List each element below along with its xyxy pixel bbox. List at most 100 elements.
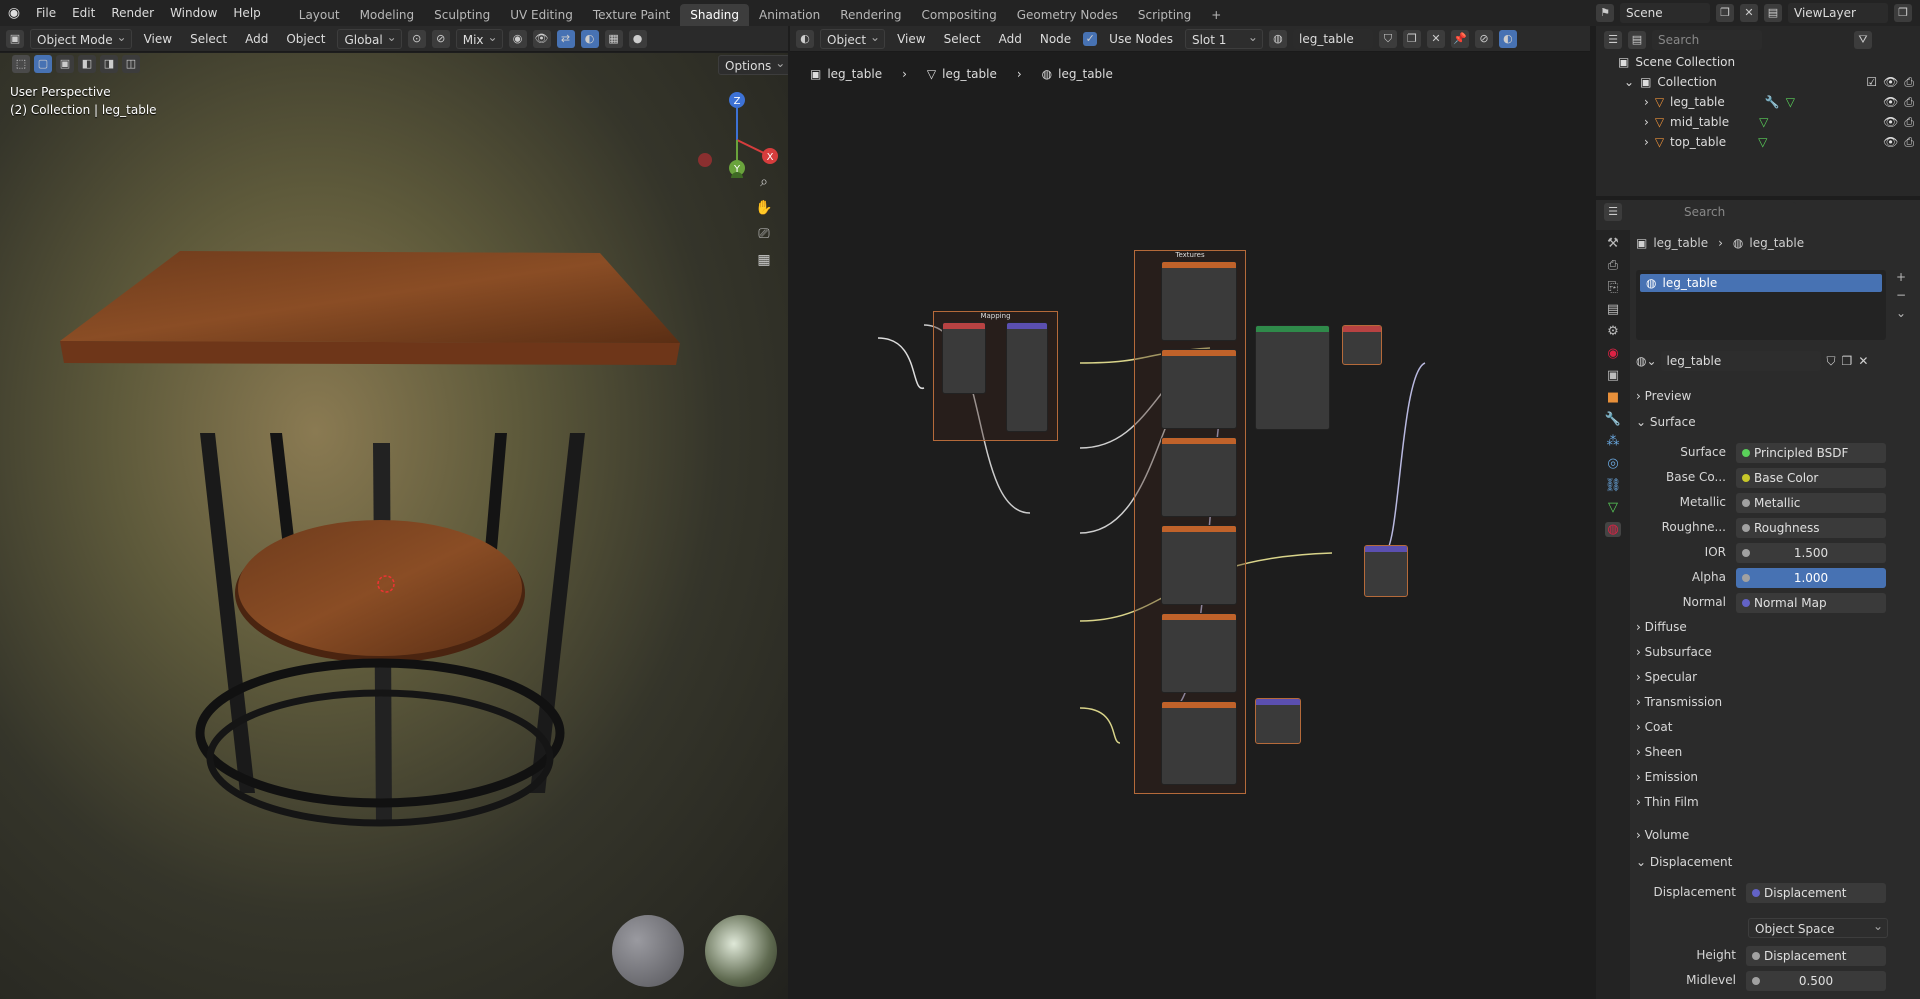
viewport-menu-object[interactable]: Object (280, 29, 331, 49)
delete-scene-icon[interactable]: ✕ (1740, 4, 1758, 22)
visibility-icon[interactable]: 👁 (532, 29, 551, 48)
breadcrumb-material[interactable]: leg_table (1749, 236, 1804, 250)
select-mode-extend-icon[interactable]: ▣ (56, 55, 74, 73)
menu-file[interactable]: File (28, 0, 64, 26)
editor-type-icon[interactable]: ▣ (6, 29, 24, 48)
filter-icon[interactable]: ⛛ (1854, 31, 1872, 49)
roughness-label[interactable]: Roughne... (1646, 520, 1726, 534)
sheen-section[interactable]: › Sheen (1636, 745, 1682, 759)
image-texture-node-displacement[interactable] (1161, 613, 1237, 693)
mesh-data-icon[interactable]: ▽ (1759, 115, 1768, 129)
tab-compositing[interactable]: Compositing (911, 4, 1006, 26)
base-color-label[interactable]: Base Co... (1646, 470, 1726, 484)
physics-tab-icon[interactable]: ◎ (1607, 456, 1618, 471)
mesh-data-icon[interactable]: ▽ (1786, 95, 1795, 109)
coat-section[interactable]: › Coat (1636, 720, 1672, 734)
image-texture-node-normal[interactable] (1161, 701, 1237, 785)
tab-texture-paint[interactable]: Texture Paint (583, 4, 680, 26)
menu-window[interactable]: Window (162, 0, 225, 26)
eye-icon[interactable]: 👁 (1883, 75, 1898, 90)
height-label[interactable]: Height (1646, 948, 1736, 962)
properties-search-input[interactable]: Search (1678, 202, 1796, 222)
gizmo-toggle-icon[interactable]: ⇄ (556, 29, 575, 48)
tab-geometry-nodes[interactable]: Geometry Nodes (1007, 4, 1128, 26)
tab-modeling[interactable]: Modeling (350, 4, 425, 26)
viewport-menu-add[interactable]: Add (239, 29, 274, 49)
outliner-search-input[interactable]: Search (1652, 30, 1762, 50)
displacement-section[interactable]: ⌄ Displacement (1636, 855, 1732, 869)
material-browse-icon[interactable]: ◍ (1268, 29, 1287, 48)
scene-icon[interactable]: ⚑ (1596, 4, 1614, 22)
tab-scripting[interactable]: Scripting (1128, 4, 1201, 26)
outliner-item-top-table[interactable]: › ▽ top_table ▽ 👁 ⎙ (1644, 132, 1914, 152)
ortho-grid-icon[interactable]: ▦ (755, 251, 773, 269)
slot-dropdown[interactable]: Slot 1 (1184, 27, 1263, 49)
viewport-menu-select[interactable]: Select (184, 29, 233, 49)
texture-coordinate-node[interactable] (942, 322, 986, 394)
normal-map-node[interactable] (1255, 698, 1301, 744)
collection-tab-icon[interactable]: ▣ (1607, 368, 1619, 383)
preview-section[interactable]: › Preview (1636, 389, 1691, 403)
particles-tab-icon[interactable]: ⁂ (1607, 434, 1620, 449)
subsurface-section[interactable]: › Subsurface (1636, 645, 1712, 659)
fake-user-icon[interactable]: ⛉ (1378, 29, 1397, 48)
world-tab-icon[interactable]: ◉ (1607, 346, 1618, 361)
image-texture-node-roughness[interactable] (1161, 525, 1237, 605)
principled-bsdf-node[interactable] (1255, 325, 1330, 430)
displacement-node[interactable] (1364, 545, 1408, 597)
node-editor-type-icon[interactable]: ◐ (796, 29, 814, 48)
select-mode-invert-icon[interactable]: ◨ (100, 55, 118, 73)
scene-selector[interactable]: Scene (1620, 3, 1710, 23)
material-slot-item[interactable]: ◍ leg_table (1640, 274, 1882, 292)
camera-icon[interactable]: ⎙ (1904, 95, 1914, 110)
roughness-field[interactable]: Roughness (1736, 518, 1886, 538)
overlay-toggle-icon[interactable]: ◐ (580, 29, 599, 48)
display-mode-icon[interactable]: ▤ (1628, 31, 1646, 49)
mapping-node[interactable] (1006, 322, 1048, 432)
table-model[interactable] (40, 233, 740, 853)
eye-icon[interactable]: 👁 (1883, 115, 1898, 130)
chevron-right-icon[interactable]: › (1644, 115, 1649, 129)
remove-slot-icon[interactable]: − (1896, 288, 1906, 302)
surface-section[interactable]: ⌄ Surface (1636, 415, 1696, 429)
camera-icon[interactable]: ⎙ (1904, 135, 1914, 150)
exclude-checkbox[interactable]: ☑ (1866, 75, 1877, 90)
camera-icon[interactable]: ⎙ (1904, 75, 1914, 90)
viewport-menu-view[interactable]: View (138, 29, 178, 49)
new-viewlayer-icon[interactable]: ❐ (1894, 4, 1912, 22)
emission-section[interactable]: › Emission (1636, 770, 1698, 784)
collection-row[interactable]: ⌄ ▣ Collection ☑ 👁 ⎙ (1624, 72, 1914, 92)
snap-mode-dropdown[interactable]: Mix (455, 27, 503, 49)
tab-layout[interactable]: Layout (289, 4, 350, 26)
node-menu-node[interactable]: Node (1034, 29, 1077, 49)
metallic-label[interactable]: Metallic (1646, 495, 1726, 509)
add-slot-icon[interactable]: + (1896, 270, 1906, 284)
menu-help[interactable]: Help (225, 0, 268, 26)
data-tab-icon[interactable]: ▽ (1608, 500, 1618, 515)
blender-logo-icon[interactable]: ◉ (0, 5, 28, 21)
constraints-tab-icon[interactable]: ⛓ (1605, 478, 1622, 493)
use-nodes-checkbox[interactable]: ✓ (1083, 31, 1098, 46)
eye-icon[interactable]: 👁 (1883, 135, 1898, 150)
zoom-icon[interactable]: ⌕ (755, 173, 773, 191)
viewlayer-selector[interactable]: ViewLayer (1788, 3, 1888, 23)
surface-shader-field[interactable]: Principled BSDF (1736, 443, 1886, 463)
3d-viewport[interactable]: ⬚ ▢ ▣ ◧ ◨ ◫ Options User Perspective (2)… (0, 53, 788, 999)
normal-label[interactable]: Normal (1646, 595, 1726, 609)
proportional-edit-icon[interactable]: ◉ (508, 29, 527, 48)
tab-animation[interactable]: Animation (749, 4, 830, 26)
volume-section[interactable]: › Volume (1636, 828, 1689, 842)
thin-film-section[interactable]: › Thin Film (1636, 795, 1699, 809)
navigation-gizmo[interactable]: Z X Y (690, 88, 780, 178)
metallic-field[interactable]: Metallic (1736, 493, 1886, 513)
object-mode-dropdown[interactable]: Object Mode (30, 27, 132, 49)
shading-solid-icon[interactable]: ● (628, 29, 647, 48)
tab-uv-editing[interactable]: UV Editing (500, 4, 583, 26)
orientation-dropdown[interactable]: Global (337, 27, 402, 49)
shader-node-editor[interactable]: ▣ leg_table › ▽ leg_table › ◍ leg_table … (790, 53, 1590, 999)
select-box-icon[interactable]: ⬚ (12, 55, 30, 73)
breadcrumb-object[interactable]: leg_table (1653, 236, 1708, 250)
transmission-section[interactable]: › Transmission (1636, 695, 1722, 709)
select-mode-new-icon[interactable]: ▢ (34, 55, 52, 73)
image-texture-node-ao[interactable] (1161, 261, 1237, 341)
